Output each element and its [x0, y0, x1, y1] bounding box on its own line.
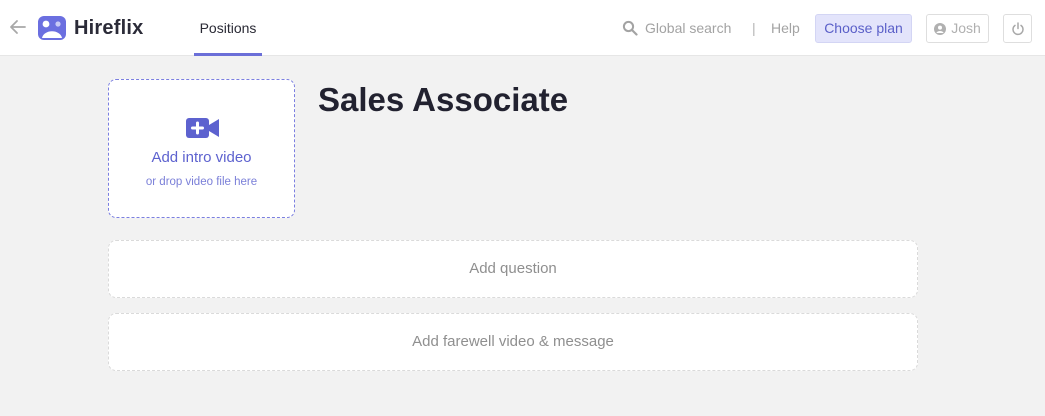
active-tab-indicator [194, 53, 262, 56]
nav-divider: | [752, 20, 756, 36]
user-circle-icon [934, 22, 947, 35]
power-icon [1011, 21, 1024, 35]
user-name: Josh [951, 20, 981, 36]
tab-positions[interactable]: Positions [194, 0, 262, 56]
logout-button[interactable] [1003, 14, 1032, 43]
back-arrow-icon[interactable] [8, 17, 28, 37]
add-farewell-button[interactable]: Add farewell video & message [108, 313, 918, 371]
position-title: Sales Associate [318, 81, 569, 118]
tab-positions-label: Positions [199, 20, 257, 36]
brand-logo[interactable]: Hireflix [38, 16, 143, 40]
search-icon [622, 20, 638, 36]
video-camera-plus-icon [186, 118, 219, 138]
top-navigation-bar: Hireflix Positions Global search | Help … [0, 0, 1045, 56]
brand-name: Hireflix [74, 16, 144, 39]
hireflix-logo-icon [38, 16, 66, 40]
drop-video-hint: or drop video file here [145, 176, 258, 188]
user-menu-button[interactable]: Josh [926, 14, 989, 43]
add-intro-video-label: Add intro video [151, 149, 252, 166]
add-question-button[interactable]: Add question [108, 240, 918, 298]
add-intro-video-dropzone[interactable]: Add intro video or drop video file here [108, 79, 295, 218]
choose-plan-button[interactable]: Choose plan [815, 14, 912, 43]
global-search-button[interactable]: Global search [622, 18, 731, 38]
help-link[interactable]: Help [771, 18, 800, 38]
global-search-label: Global search [645, 20, 732, 36]
